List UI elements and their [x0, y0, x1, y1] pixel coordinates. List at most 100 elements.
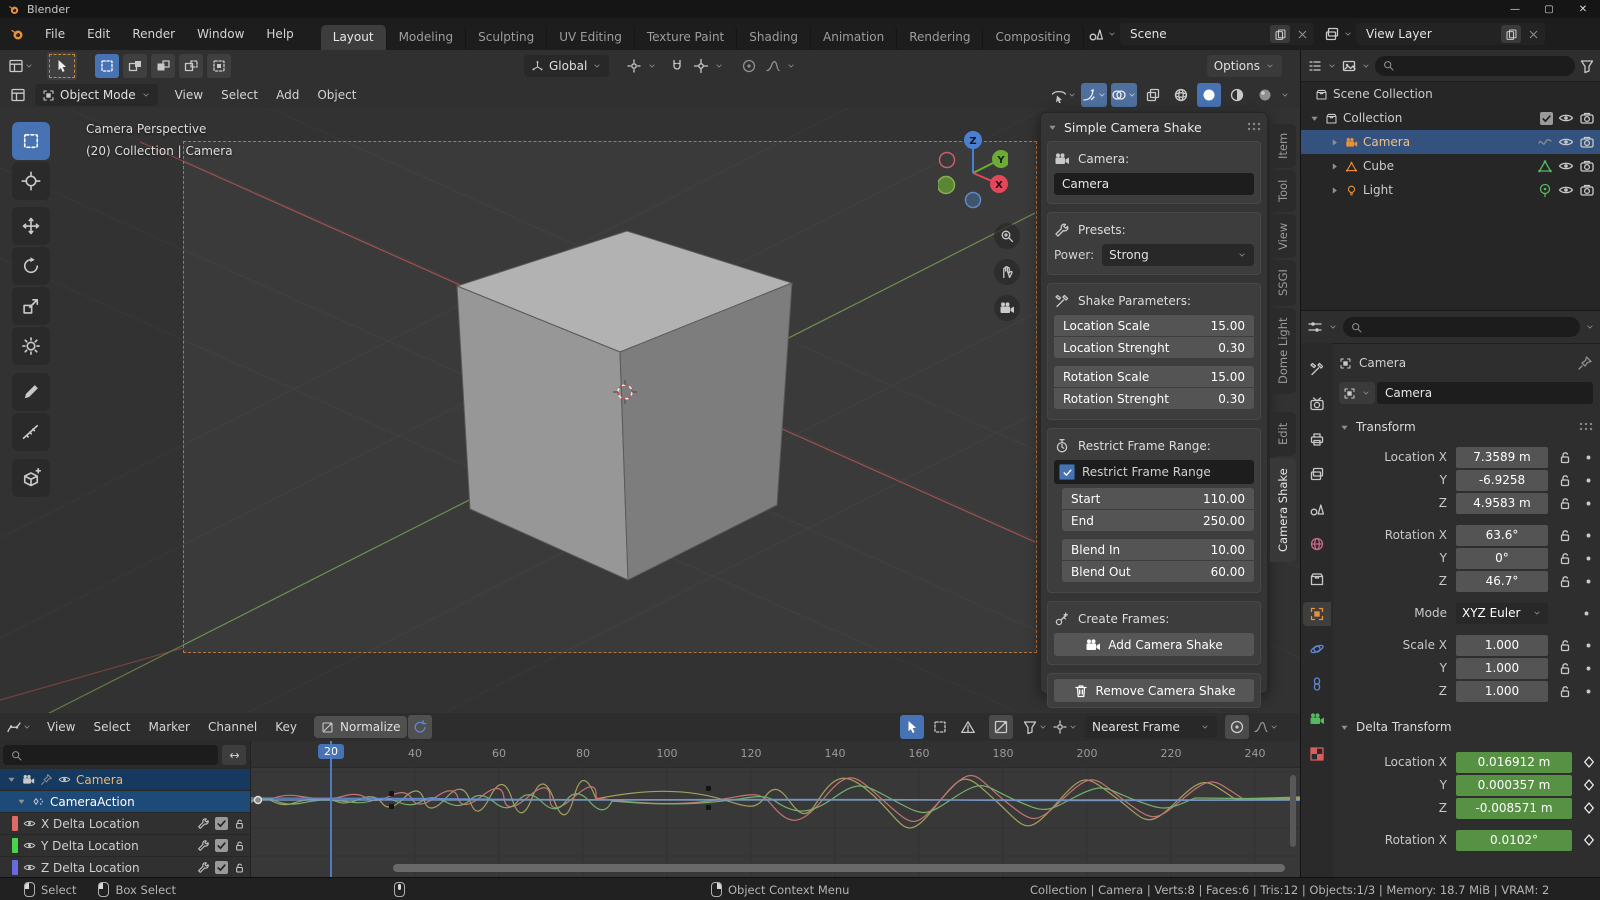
xray-toggle-button[interactable] — [1141, 83, 1165, 107]
tab-render[interactable] — [1303, 392, 1331, 416]
shading-wireframe-button[interactable] — [1169, 83, 1193, 107]
sidebar-tab-camera-shake[interactable]: Camera Shake — [1270, 458, 1296, 562]
rotation-scale-slider[interactable]: Rotation Scale15.00 — [1054, 366, 1254, 387]
channel-row-y-delta[interactable]: Y Delta Location — [0, 835, 250, 857]
animate-dot-icon[interactable] — [1582, 529, 1595, 542]
keyframe-diamond-icon[interactable] — [1581, 777, 1597, 793]
sidebar-tab-view[interactable]: View — [1270, 214, 1296, 258]
tab-texture[interactable] — [1303, 742, 1331, 766]
proportional-edit-button[interactable] — [737, 54, 761, 78]
lock-icon[interactable] — [1557, 449, 1573, 465]
modifier-wrench-icon[interactable] — [197, 839, 210, 852]
workspace-tab-uv-editing[interactable]: UV Editing — [547, 25, 635, 50]
graph-menu-marker[interactable]: Marker — [140, 720, 199, 734]
scene-name[interactable]: Scene — [1122, 27, 1268, 41]
tool-cursor[interactable] — [12, 162, 50, 200]
scene-browse-chevron-icon[interactable] — [1107, 29, 1117, 39]
animate-dot-icon[interactable] — [1582, 552, 1595, 565]
lock-icon[interactable] — [1557, 550, 1573, 566]
sidebar-tab-ssgi[interactable]: SSGI — [1270, 260, 1296, 306]
remove-view-layer-button[interactable] — [1523, 25, 1543, 43]
viewport-menu-select[interactable]: Select — [212, 88, 267, 102]
rotation-y-field[interactable]: 0° — [1456, 548, 1548, 569]
modifier-wrench-icon[interactable] — [197, 861, 210, 874]
menu-help[interactable]: Help — [255, 23, 304, 45]
properties-editor-icon[interactable] — [1307, 319, 1323, 335]
panel-grip[interactable] — [1247, 122, 1261, 132]
filter-icon[interactable] — [1579, 58, 1595, 74]
minimize-button[interactable]: — — [1498, 0, 1532, 18]
lock-icon[interactable] — [233, 839, 246, 852]
curve-canvas[interactable] — [250, 767, 1300, 877]
delta-location-x-field[interactable]: 0.016912 m — [1456, 752, 1572, 773]
tool-measure[interactable] — [12, 413, 50, 451]
keyframe-diamond-icon[interactable] — [1581, 832, 1597, 848]
snap-settings-dropdown[interactable] — [690, 55, 727, 77]
location-z-field[interactable]: 4.9583 m — [1456, 493, 1548, 514]
eye-icon[interactable] — [23, 817, 36, 830]
tool-select-box[interactable] — [12, 122, 50, 160]
tab-tool[interactable] — [1303, 357, 1331, 381]
tab-physics[interactable] — [1303, 637, 1331, 661]
properties-search-input[interactable] — [1343, 317, 1580, 337]
shading-solid-button[interactable] — [1197, 83, 1221, 107]
channel-row-camera[interactable]: Camera — [0, 769, 250, 791]
graph-editor-icon[interactable] — [6, 719, 22, 735]
outliner-row-collection[interactable]: Collection — [1301, 106, 1600, 130]
eye-icon[interactable] — [23, 861, 36, 874]
tool-move[interactable] — [12, 207, 50, 245]
object-name-field[interactable]: Camera — [1377, 382, 1593, 404]
select-mode-intersect-button[interactable] — [207, 54, 231, 78]
snap-toggle-button[interactable] — [665, 54, 689, 78]
lock-icon[interactable] — [1557, 637, 1573, 653]
chevron-down-icon[interactable] — [1361, 61, 1371, 71]
workspace-tab-modeling[interactable]: Modeling — [387, 25, 467, 50]
editor-type-button[interactable] — [8, 54, 34, 78]
channel-row-camera-action[interactable]: CameraAction — [0, 791, 250, 813]
graph-menu-channel[interactable]: Channel — [199, 720, 266, 734]
normalize-view-button[interactable] — [989, 715, 1013, 739]
view-layer-icon[interactable] — [1324, 26, 1340, 42]
active-tool-button[interactable] — [47, 52, 77, 80]
pan-button[interactable] — [994, 259, 1020, 285]
outliner-row-camera[interactable]: Camera — [1301, 130, 1600, 154]
tab-constraints[interactable] — [1303, 672, 1331, 696]
lock-icon[interactable] — [1557, 660, 1573, 676]
shading-rendered-button[interactable] — [1253, 83, 1277, 107]
channel-filter-button[interactable] — [222, 745, 246, 765]
object-id-dropdown[interactable] — [1339, 382, 1375, 404]
channel-checkbox[interactable] — [215, 817, 228, 830]
collapse-triangle-icon[interactable] — [1047, 122, 1058, 133]
filter-image-icon[interactable] — [1341, 58, 1357, 74]
eye-icon[interactable] — [1558, 182, 1574, 198]
rotation-x-field[interactable]: 63.6° — [1456, 525, 1548, 546]
rotation-mode-dropdown[interactable]: XYZ Euler — [1456, 603, 1548, 624]
expand-triangle-icon[interactable] — [1329, 161, 1340, 172]
workspace-tab-texture-paint[interactable]: Texture Paint — [635, 25, 737, 50]
tab-object[interactable] — [1303, 602, 1331, 626]
tool-scale[interactable] — [12, 287, 50, 325]
channel-checkbox[interactable] — [215, 839, 228, 852]
selected-keyframe[interactable] — [255, 797, 262, 804]
keyframe-diamond-icon[interactable] — [1581, 754, 1597, 770]
power-dropdown[interactable]: Strong — [1102, 244, 1254, 266]
options-dropdown[interactable]: Options — [1207, 55, 1282, 77]
close-button[interactable]: ✕ — [1566, 0, 1600, 18]
tab-output[interactable] — [1303, 427, 1331, 451]
tool-add-cube[interactable] — [12, 459, 50, 497]
collapse-triangle-icon[interactable] — [1339, 722, 1350, 733]
expand-triangle-icon[interactable] — [1309, 113, 1320, 124]
shading-material-button[interactable] — [1225, 83, 1249, 107]
overlays-dropdown[interactable] — [1111, 83, 1137, 107]
unlink-scene-button[interactable] — [1292, 25, 1312, 43]
eye-icon[interactable] — [23, 839, 36, 852]
vertical-scrollbar[interactable] — [1290, 775, 1296, 847]
rotation-z-field[interactable]: 46.7° — [1456, 571, 1548, 592]
scale-x-field[interactable]: 1.000 — [1456, 635, 1548, 656]
mode-dropdown[interactable]: Object Mode — [35, 84, 158, 106]
sidebar-tab-item[interactable]: Item — [1270, 124, 1296, 168]
add-camera-shake-button[interactable]: Add Camera Shake — [1054, 633, 1254, 656]
sidebar-tab-edit[interactable]: Edit — [1270, 412, 1296, 456]
scene-icon[interactable] — [1088, 26, 1104, 42]
normalize-button[interactable]: Normalize — [314, 716, 407, 738]
